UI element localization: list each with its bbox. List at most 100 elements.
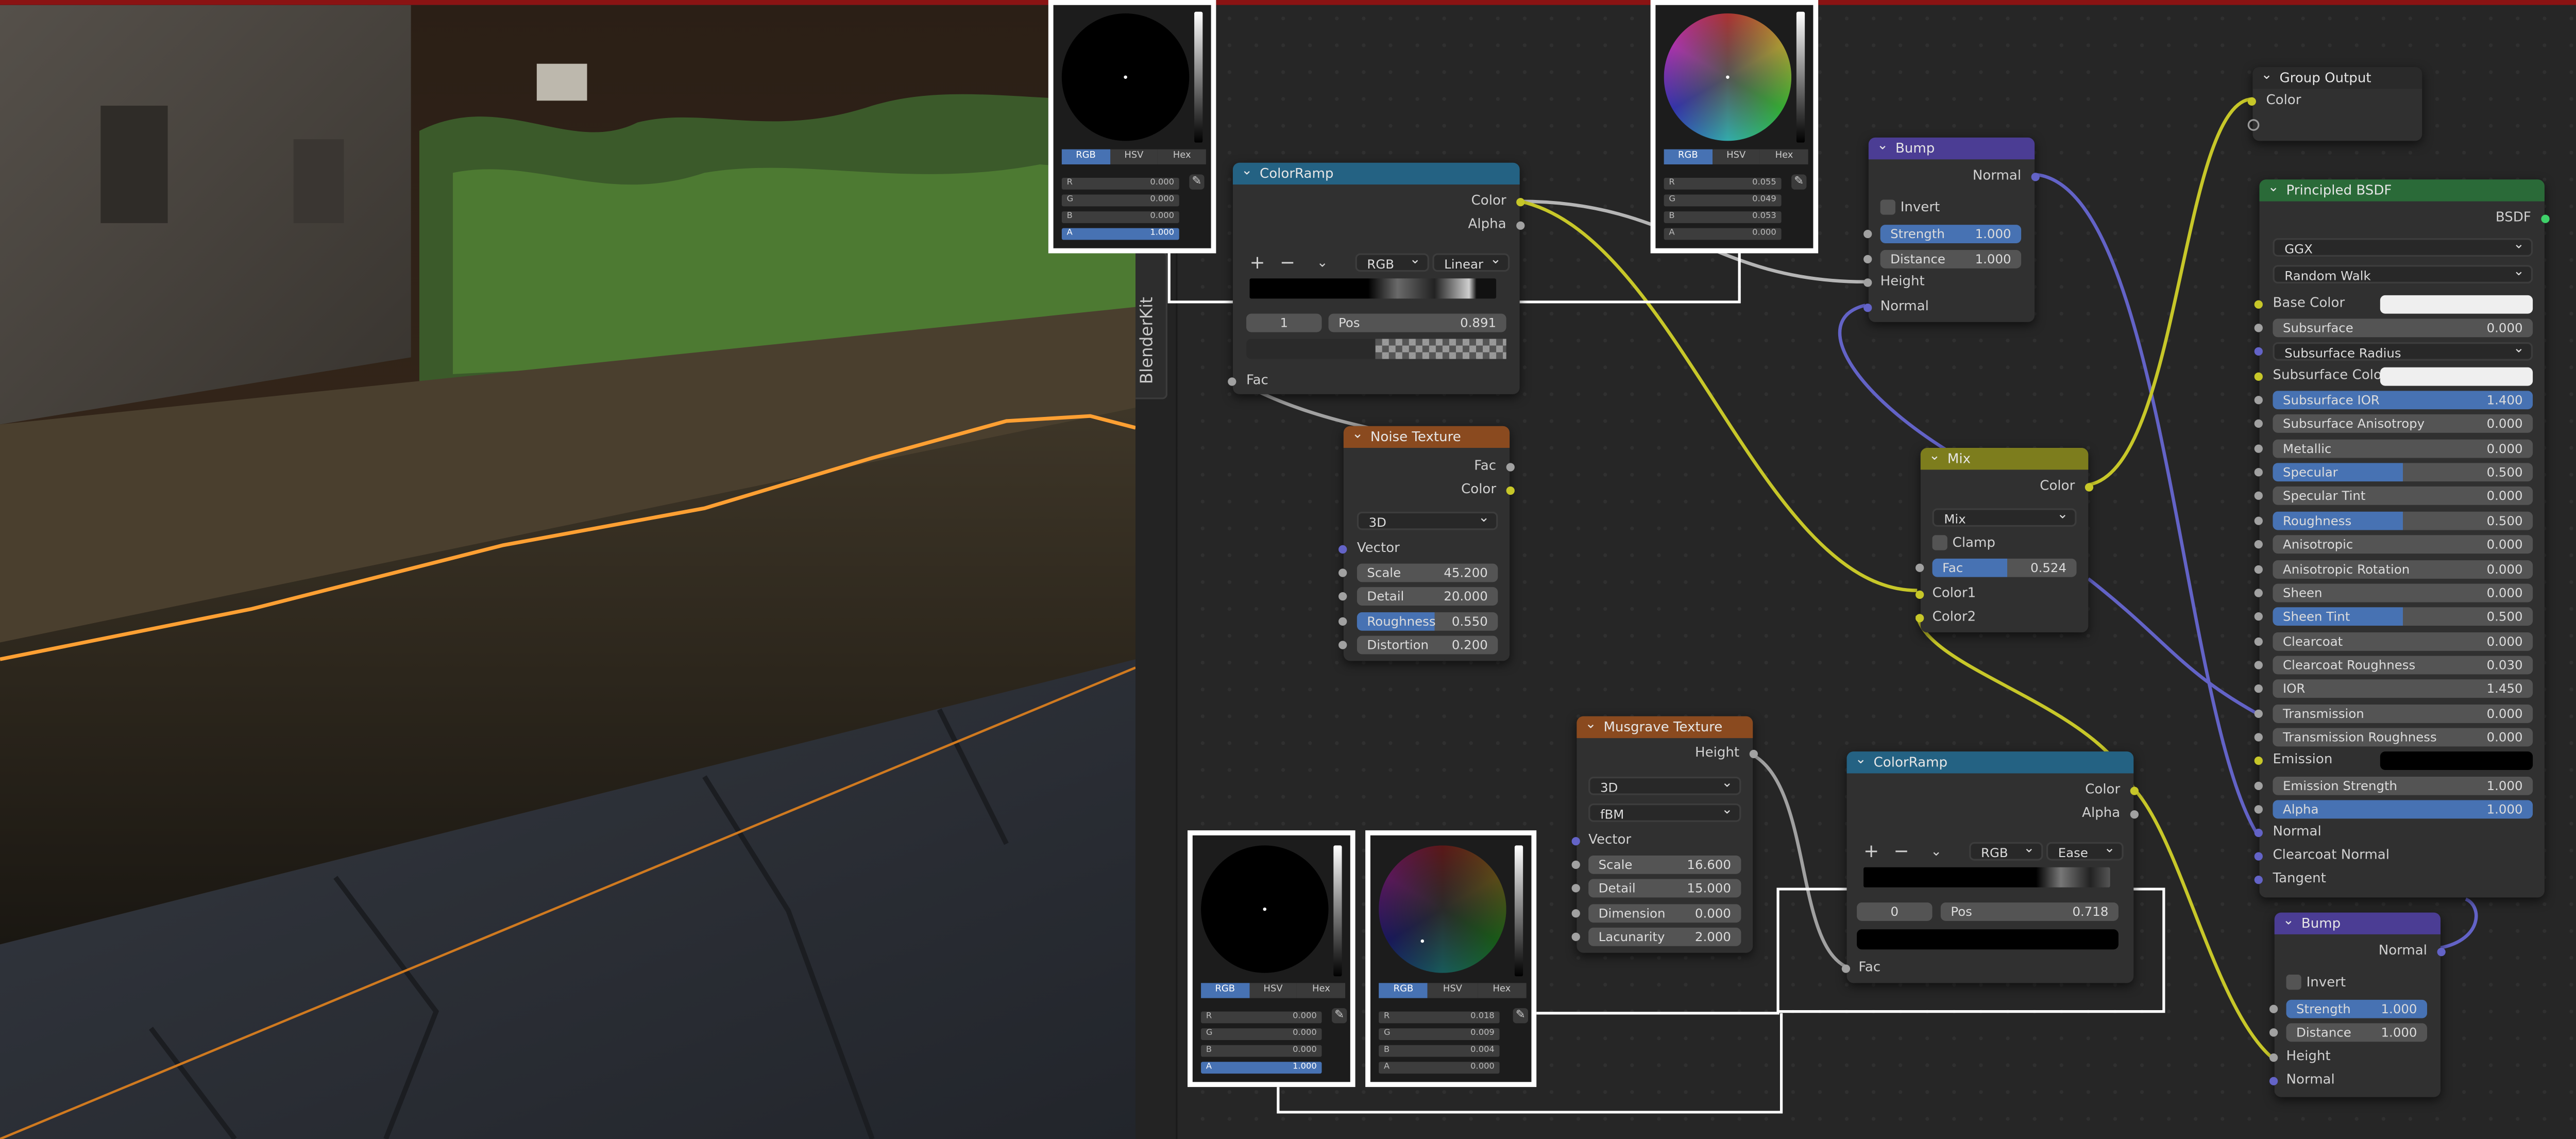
- input-socket-normal[interactable]: [2269, 1077, 2278, 1085]
- input-socket-normal[interactable]: [2254, 828, 2263, 837]
- input-socket-clearcoat-normal[interactable]: [2254, 852, 2263, 861]
- picker-tab-rgb[interactable]: RGB: [1379, 983, 1428, 998]
- node-header[interactable]: Bump: [2274, 909, 2441, 934]
- stop-color-swatch[interactable]: [1857, 929, 2119, 950]
- color-wheel[interactable]: [1379, 845, 1506, 973]
- colorramp-node[interactable]: ColorRamp Color Alpha + − ⌄ RGB Linear 1…: [1228, 159, 1525, 394]
- subsurface-anisotropy-field[interactable]: Subsurface Anisotropy 0.000: [2273, 415, 2533, 434]
- input-socket-roughness[interactable]: [1338, 617, 1347, 626]
- picker-tab-rgb[interactable]: RGB: [1061, 149, 1110, 164]
- input-socket-clearcoat[interactable]: [2254, 636, 2263, 645]
- value-slider[interactable]: [1514, 845, 1523, 977]
- output-socket-color[interactable]: [1506, 486, 1515, 495]
- input-socket-scale[interactable]: [1571, 860, 1580, 869]
- remove-stop-button[interactable]: −: [1280, 253, 1295, 273]
- roughness-field[interactable]: Roughness 0.500: [2273, 511, 2533, 530]
- value-slider[interactable]: [1333, 845, 1342, 977]
- picker-field-b[interactable]: B 0.053: [1664, 211, 1782, 223]
- input-socket-anisotropic[interactable]: [2254, 540, 2263, 549]
- specular-field[interactable]: Specular 0.500: [2273, 463, 2533, 482]
- picker-field-r[interactable]: R 0.055: [1664, 178, 1782, 190]
- output-socket-height[interactable]: [1749, 749, 1758, 759]
- ior-field[interactable]: IOR 1.450: [2273, 680, 2533, 698]
- subsurface-radius-field[interactable]: Subsurface Radius: [2273, 340, 2533, 361]
- mix-node[interactable]: Mix Color Mix Clamp Fac0.524 Color1 Colo…: [1916, 445, 2094, 633]
- color-picker-popup[interactable]: RGB HSV Hex ✎ R 0.000 G 0.000 B 0.000 A 1.00…: [1048, 0, 1216, 254]
- output-socket-alpha[interactable]: [2130, 810, 2139, 819]
- lacunarity-field[interactable]: Lacunarity 2.000: [1588, 927, 1741, 946]
- picker-field-r[interactable]: R 0.000: [1061, 178, 1179, 190]
- picker-field-b[interactable]: B 0.004: [1379, 1045, 1500, 1057]
- dimensions-dropdown[interactable]: 3D: [1357, 508, 1498, 530]
- picker-field-g[interactable]: G 0.009: [1379, 1028, 1500, 1040]
- transmission-roughness-field[interactable]: Transmission Roughness 0.000: [2273, 728, 2533, 747]
- input-socket-transmission-roughness[interactable]: [2254, 733, 2263, 742]
- input-socket-distance[interactable]: [2269, 1028, 2278, 1037]
- picker-field-g[interactable]: G 0.049: [1664, 194, 1782, 207]
- node-header[interactable]: Mix: [1920, 445, 2089, 470]
- input-socket-distance[interactable]: [1863, 255, 1872, 264]
- interpolation-dropdown[interactable]: Ease: [2046, 839, 2124, 861]
- emission-swatch[interactable]: [2380, 752, 2533, 770]
- invert-checkbox[interactable]: [1880, 199, 1895, 215]
- dimension-field[interactable]: Dimension 0.000: [1588, 904, 1741, 923]
- picker-field-g[interactable]: G 0.000: [1201, 1028, 1322, 1040]
- colorramp-node[interactable]: ColorRamp Color Alpha + − ⌄ RGB Ease 0 P…: [1841, 748, 2139, 983]
- output-socket-bsdf[interactable]: [2541, 214, 2550, 223]
- picker-field-g[interactable]: G 0.000: [1061, 194, 1179, 207]
- picker-field-r[interactable]: R 0.018: [1379, 1011, 1500, 1024]
- output-socket-alpha[interactable]: [1516, 221, 1525, 230]
- input-socket-color2[interactable]: [1916, 614, 1924, 623]
- input-socket-fac[interactable]: [1841, 964, 1851, 973]
- input-socket-lacunarity[interactable]: [1571, 932, 1580, 941]
- input-socket-normal[interactable]: [1863, 304, 1872, 312]
- bump-node[interactable]: Bump Normal Invert Strength1.000 Distanc…: [2269, 909, 2446, 1097]
- subsurface-field[interactable]: Subsurface 0.000: [2273, 319, 2533, 338]
- detail-field[interactable]: Detail 15.000: [1588, 879, 1741, 898]
- subsurface-ior-field[interactable]: Subsurface IOR 1.400: [2273, 391, 2533, 410]
- distortion-field[interactable]: Distortion 0.200: [1357, 635, 1498, 655]
- remove-stop-button[interactable]: −: [1894, 841, 1909, 862]
- clearcoat-roughness-field[interactable]: Clearcoat Roughness 0.030: [2273, 656, 2533, 675]
- input-socket-dimension[interactable]: [1571, 909, 1580, 918]
- value-slider[interactable]: [1796, 11, 1805, 143]
- color-picker-popup[interactable]: RGB HSV Hex ✎ R 0.018 G 0.009 B 0.004 A 0.00…: [1365, 830, 1537, 1087]
- sheen-tint-field[interactable]: Sheen Tint 0.500: [2273, 607, 2533, 626]
- input-socket-subsurface-ior[interactable]: [2254, 396, 2263, 405]
- color-picker-popup[interactable]: RGB HSV Hex ✎ R 0.000 G 0.000 B 0.000 A 1.00…: [1188, 830, 1355, 1087]
- specular-tint-field[interactable]: Specular Tint 0.000: [2273, 487, 2533, 506]
- input-socket-strength[interactable]: [2269, 1004, 2278, 1013]
- detail-field[interactable]: Detail 20.000: [1357, 587, 1498, 606]
- input-socket-height[interactable]: [2269, 1053, 2278, 1062]
- blend-mode-dropdown[interactable]: Mix: [1932, 505, 2077, 527]
- input-socket-clearcoat-roughness[interactable]: [2254, 661, 2263, 669]
- output-socket-color[interactable]: [1516, 198, 1525, 207]
- input-socket-empty[interactable]: [2247, 119, 2260, 131]
- picker-tab-rgb[interactable]: RGB: [1201, 983, 1249, 998]
- input-socket-vector[interactable]: [1571, 837, 1580, 846]
- color-mode-dropdown[interactable]: RGB: [1969, 839, 2043, 861]
- output-socket-color[interactable]: [2130, 786, 2139, 795]
- input-socket-ior[interactable]: [2254, 684, 2263, 694]
- roughness-field[interactable]: Roughness 0.550: [1357, 612, 1498, 631]
- node-header[interactable]: Bump: [1868, 134, 2035, 160]
- distance-field[interactable]: Distance 1.000: [1880, 249, 2022, 269]
- musgrave-type-dropdown[interactable]: fBM: [1588, 800, 1741, 822]
- input-socket-color1[interactable]: [1916, 590, 1924, 599]
- input-socket-color[interactable]: [2247, 97, 2256, 106]
- chevron-down-icon[interactable]: ⌄: [1930, 842, 1942, 862]
- eyedropper-icon[interactable]: ✎: [1332, 1008, 1347, 1024]
- picker-tab-hsv[interactable]: HSV: [1428, 983, 1478, 998]
- input-socket-fac[interactable]: [1228, 377, 1236, 386]
- sidebar-tab-blenderkit[interactable]: BlenderKit: [1136, 252, 1167, 399]
- input-socket-metallic[interactable]: [2254, 444, 2263, 453]
- value-slider[interactable]: [1194, 11, 1203, 143]
- output-socket-normal[interactable]: [2437, 947, 2446, 957]
- picker-field-a[interactable]: A 1.000: [1061, 228, 1179, 240]
- node-header[interactable]: Musgrave Texture: [1577, 713, 1753, 739]
- scale-field[interactable]: Scale 16.600: [1588, 855, 1741, 874]
- input-socket-detail[interactable]: [1338, 592, 1347, 601]
- picker-field-b[interactable]: B 0.000: [1201, 1045, 1322, 1057]
- input-socket-specular[interactable]: [2254, 468, 2263, 477]
- anisotropic-rotation-field[interactable]: Anisotropic Rotation 0.000: [2273, 559, 2533, 578]
